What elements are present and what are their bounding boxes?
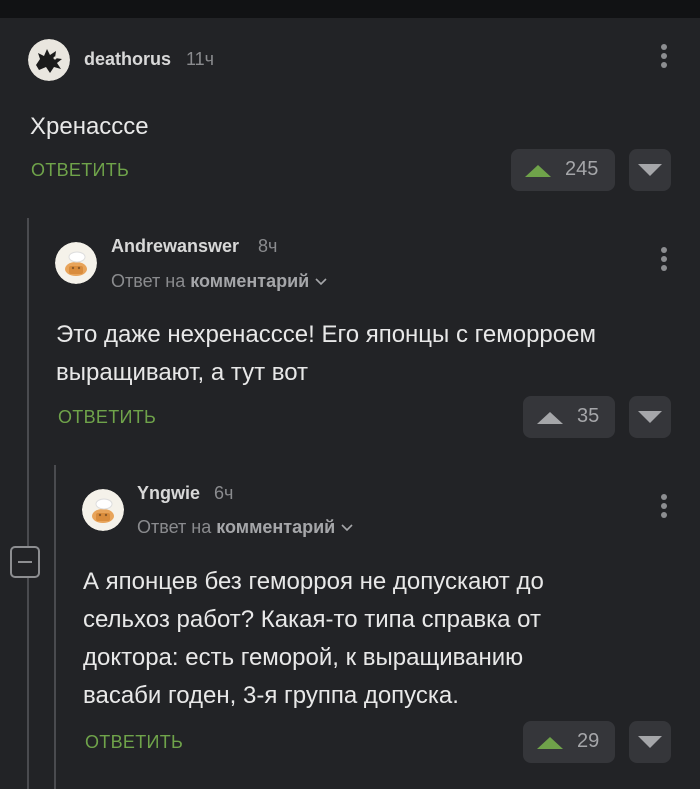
author-name[interactable]: Andrewanswer: [111, 236, 239, 257]
chevron-down-icon: [341, 524, 353, 532]
avatar[interactable]: [55, 242, 97, 284]
comment-text-line: сельхоз работ? Какая-то типа справка от: [83, 606, 541, 633]
downvote-arrow-icon: [638, 164, 662, 176]
kebab-menu-icon[interactable]: [660, 494, 668, 522]
vote-count: 245: [565, 158, 599, 180]
comment-time: 8ч: [258, 236, 278, 256]
comment-time: 6ч: [214, 483, 234, 503]
avatar-chef-icon: [55, 242, 97, 284]
chevron-down-icon: [315, 278, 327, 286]
reply-to-link[interactable]: Ответ на комментарий: [137, 517, 353, 538]
upvote-arrow-icon: [537, 412, 563, 424]
thread-line[interactable]: [54, 465, 56, 789]
avatar-crow-icon: [28, 39, 70, 81]
reply-button[interactable]: ОТВЕТИТЬ: [58, 407, 156, 428]
reply-button[interactable]: ОТВЕТИТЬ: [85, 732, 183, 753]
comment-text: Хренасссе: [30, 113, 149, 140]
vote-count: 29: [577, 730, 600, 752]
reply-to-target[interactable]: комментарий: [216, 517, 335, 537]
collapse-thread-button[interactable]: [10, 546, 40, 578]
kebab-menu-icon[interactable]: [660, 44, 668, 72]
downvote-button[interactable]: [629, 396, 671, 438]
upvote-button[interactable]: 29: [523, 721, 615, 763]
comment-text-line: выращивают, а тут вот: [56, 359, 309, 386]
avatar[interactable]: [82, 489, 124, 531]
comment-text-line: васаби годен, 3-я группа допуска.: [83, 682, 459, 709]
reply-to-prefix: Ответ на: [137, 517, 212, 537]
kebab-menu-icon[interactable]: [660, 247, 668, 275]
downvote-arrow-icon: [638, 411, 662, 423]
reply-to-prefix: Ответ на: [111, 271, 186, 291]
comment-text: А японцев без геморроя не допускают до с…: [83, 563, 683, 715]
reply-to-target[interactable]: комментарий: [190, 271, 309, 291]
thread-line[interactable]: [27, 218, 29, 789]
reply-button[interactable]: ОТВЕТИТЬ: [31, 160, 129, 181]
upvote-arrow-icon: [537, 737, 563, 749]
comment-text-line: Это даже нехренасссе! Его японцы с гемор…: [56, 321, 596, 348]
collapse-thread-icon: [18, 561, 32, 563]
status-bar: [0, 0, 700, 18]
downvote-button[interactable]: [629, 149, 671, 191]
comment-time: 11ч: [186, 49, 215, 69]
downvote-arrow-icon: [638, 736, 662, 748]
author-name[interactable]: deathorus: [84, 49, 171, 70]
comment-text-line: А японцев без геморроя не допускают до: [83, 568, 544, 595]
upvote-button[interactable]: 35: [523, 396, 615, 438]
avatar[interactable]: [28, 39, 70, 81]
comment-text-line: доктора: есть геморой, к выращиванию: [83, 644, 524, 671]
author-name[interactable]: Yngwie: [137, 483, 200, 504]
upvote-button[interactable]: 245: [511, 149, 615, 191]
downvote-button[interactable]: [629, 721, 671, 763]
comment-text: Это даже нехренасссе! Его японцы с гемор…: [56, 316, 686, 392]
vote-count: 35: [577, 405, 600, 427]
avatar-chef-icon: [82, 489, 124, 531]
upvote-arrow-icon: [525, 165, 551, 177]
reply-to-link[interactable]: Ответ на комментарий: [111, 271, 327, 292]
